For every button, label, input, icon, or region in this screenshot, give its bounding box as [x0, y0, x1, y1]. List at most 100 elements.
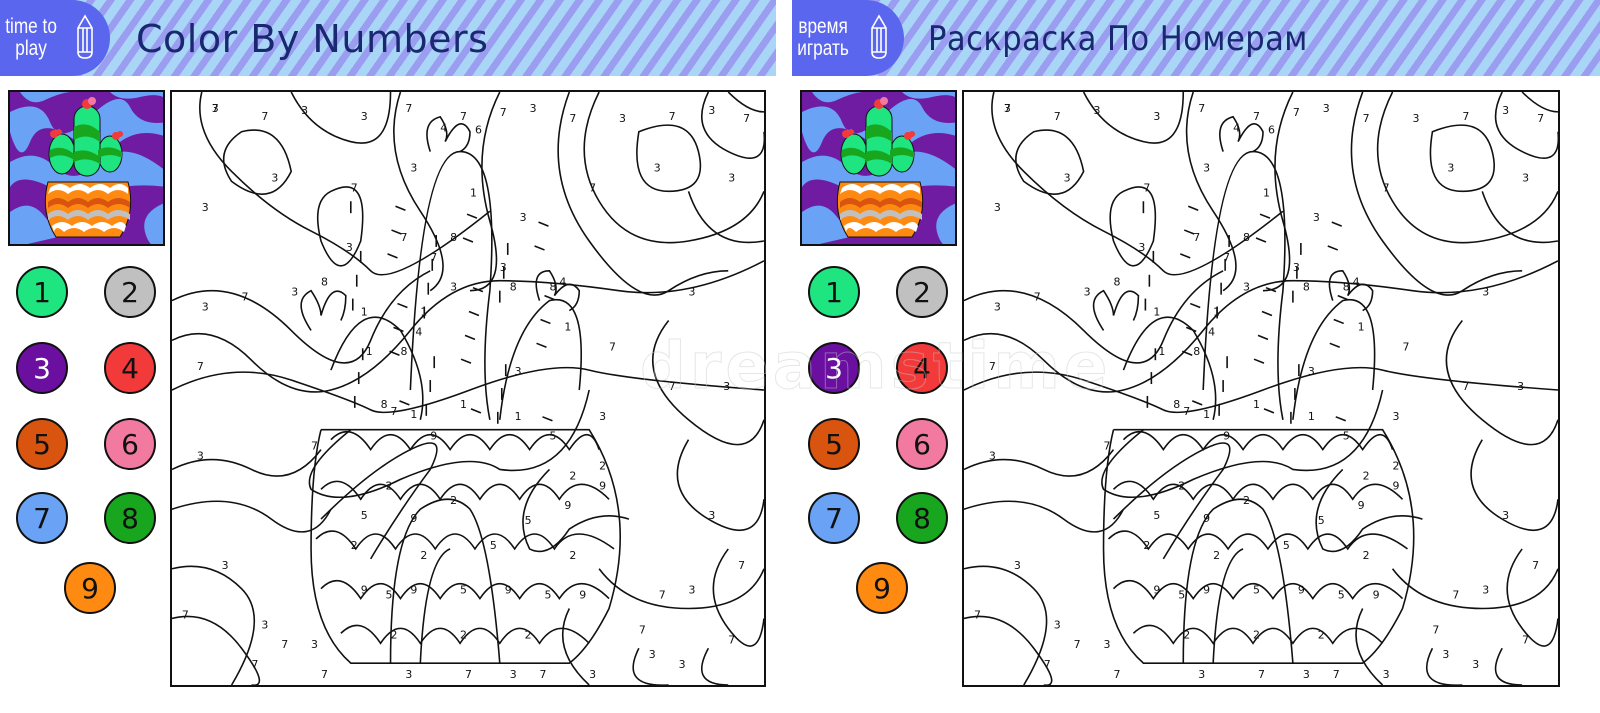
region-number-label[interactable]: 5 [1253, 584, 1260, 597]
region-number-label[interactable]: 7 [212, 102, 219, 115]
region-number-label[interactable]: 7 [391, 405, 398, 418]
region-number-label[interactable]: 7 [1223, 251, 1230, 264]
region-number-label[interactable]: 5 [1178, 589, 1185, 602]
region-number-label[interactable]: 7 [1522, 633, 1529, 646]
palette-swatch-7[interactable]: 7 [16, 492, 68, 544]
region-number-label[interactable]: 3 [1203, 161, 1210, 174]
region-number-label[interactable]: 7 [974, 608, 981, 621]
region-number-label[interactable]: 3 [1064, 171, 1071, 184]
region-number-label[interactable]: 3 [530, 102, 537, 115]
region-number-label[interactable]: 1 [1213, 306, 1220, 319]
region-number-label[interactable]: 4 [559, 276, 566, 289]
region-number-label[interactable]: 2 [569, 549, 576, 562]
region-number-label[interactable]: 7 [311, 440, 318, 453]
region-number-label[interactable]: 9 [1393, 479, 1400, 492]
coloring-canvas[interactable]: 3733777373737337463187373337337348118138… [170, 90, 766, 687]
region-number-label[interactable]: 7 [321, 668, 328, 681]
region-number-label[interactable]: 7 [1183, 405, 1190, 418]
region-number-label[interactable]: 7 [1537, 112, 1544, 125]
region-number-label[interactable]: 9 [599, 479, 606, 492]
region-number-label[interactable]: 2 [460, 628, 467, 641]
region-number-label[interactable]: 3 [1502, 509, 1509, 522]
palette-swatch-1[interactable]: 1 [808, 266, 860, 318]
palette-swatch-8[interactable]: 8 [896, 492, 948, 544]
region-number-label[interactable]: 7 [1054, 110, 1061, 123]
region-number-label[interactable]: 3 [1153, 110, 1160, 123]
region-number-label[interactable]: 4 [415, 325, 422, 338]
region-number-label[interactable]: 9 [1358, 499, 1365, 512]
region-number-label[interactable]: 7 [281, 638, 288, 651]
region-number-label[interactable]: 5 [1153, 509, 1160, 522]
region-number-label[interactable]: 3 [222, 559, 229, 572]
region-number-label[interactable]: 3 [994, 301, 1001, 314]
region-number-label[interactable]: 3 [291, 286, 298, 299]
region-number-label[interactable]: 3 [1303, 668, 1310, 681]
region-number-label[interactable]: 3 [989, 450, 996, 463]
region-number-label[interactable]: 7 [1004, 102, 1011, 115]
region-number-label[interactable]: 7 [460, 110, 467, 123]
region-number-label[interactable]: 3 [654, 161, 661, 174]
palette-swatch-9[interactable]: 9 [856, 562, 908, 614]
region-number-label[interactable]: 3 [689, 286, 696, 299]
region-number-label[interactable]: 1 [410, 408, 417, 421]
region-number-label[interactable]: 5 [544, 589, 551, 602]
region-number-label[interactable]: 7 [669, 380, 676, 393]
region-number-label[interactable]: 7 [1462, 380, 1469, 393]
region-number-label[interactable]: 3 [1383, 668, 1390, 681]
palette-swatch-1[interactable]: 1 [16, 266, 68, 318]
region-number-label[interactable]: 2 [450, 494, 457, 507]
region-number-label[interactable]: 8 [1193, 345, 1200, 358]
region-number-label[interactable]: 7 [197, 360, 204, 373]
region-number-label[interactable]: 3 [1313, 211, 1320, 224]
region-number-label[interactable]: 1 [564, 320, 571, 333]
region-number-label[interactable]: 7 [242, 291, 249, 304]
region-number-label[interactable]: 3 [271, 171, 278, 184]
palette-swatch-9[interactable]: 9 [64, 562, 116, 614]
region-number-label[interactable]: 3 [410, 161, 417, 174]
region-number-label[interactable]: 7 [669, 110, 676, 123]
region-number-label[interactable]: 8 [1343, 281, 1350, 294]
region-number-label[interactable]: 2 [525, 628, 532, 641]
region-number-label[interactable]: 7 [609, 340, 616, 353]
region-number-label[interactable]: 9 [410, 584, 417, 597]
region-number-label[interactable]: 7 [1044, 658, 1051, 671]
region-number-label[interactable]: 2 [1363, 549, 1370, 562]
region-number-label[interactable]: 3 [1447, 161, 1454, 174]
region-number-label[interactable]: 7 [738, 559, 745, 572]
region-number-label[interactable]: 3 [311, 638, 318, 651]
region-number-label[interactable]: 1 [1263, 186, 1270, 199]
region-number-label[interactable]: 7 [1143, 181, 1150, 194]
region-number-label[interactable]: 8 [400, 345, 407, 358]
region-number-label[interactable]: 9 [430, 430, 437, 443]
region-number-label[interactable]: 3 [689, 584, 696, 597]
region-number-label[interactable]: 3 [1502, 104, 1509, 117]
palette-swatch-3[interactable]: 3 [16, 342, 68, 394]
region-number-label[interactable]: 3 [1138, 241, 1145, 254]
palette-swatch-7[interactable]: 7 [808, 492, 860, 544]
region-number-label[interactable]: 2 [1363, 469, 1370, 482]
region-number-label[interactable]: 7 [1293, 106, 1300, 119]
region-number-label[interactable]: 2 [1243, 494, 1250, 507]
region-number-label[interactable]: 1 [460, 398, 467, 411]
region-number-label[interactable]: 9 [1373, 589, 1380, 602]
region-number-label[interactable]: 3 [510, 668, 517, 681]
region-number-label[interactable]: 3 [649, 648, 656, 661]
region-number-label[interactable]: 1 [470, 186, 477, 199]
region-number-label[interactable]: 6 [1268, 124, 1275, 137]
region-number-label[interactable]: 3 [261, 618, 268, 631]
region-number-label[interactable]: 7 [743, 112, 750, 125]
region-number-label[interactable]: 3 [1517, 380, 1524, 393]
region-number-label[interactable]: 3 [1084, 286, 1091, 299]
region-number-label[interactable]: 2 [569, 469, 576, 482]
region-number-label[interactable]: 5 [1283, 539, 1290, 552]
region-number-label[interactable]: 3 [1323, 102, 1330, 115]
region-number-label[interactable]: 2 [1178, 479, 1185, 492]
region-number-label[interactable]: 7 [405, 102, 412, 115]
palette-swatch-6[interactable]: 6 [104, 418, 156, 470]
region-number-label[interactable]: 3 [346, 241, 353, 254]
region-number-label[interactable]: 7 [251, 658, 258, 671]
region-number-label[interactable]: 8 [510, 281, 517, 294]
region-number-label[interactable]: 2 [1183, 628, 1190, 641]
region-number-label[interactable]: 7 [1333, 668, 1340, 681]
region-number-label[interactable]: 7 [1193, 231, 1200, 244]
